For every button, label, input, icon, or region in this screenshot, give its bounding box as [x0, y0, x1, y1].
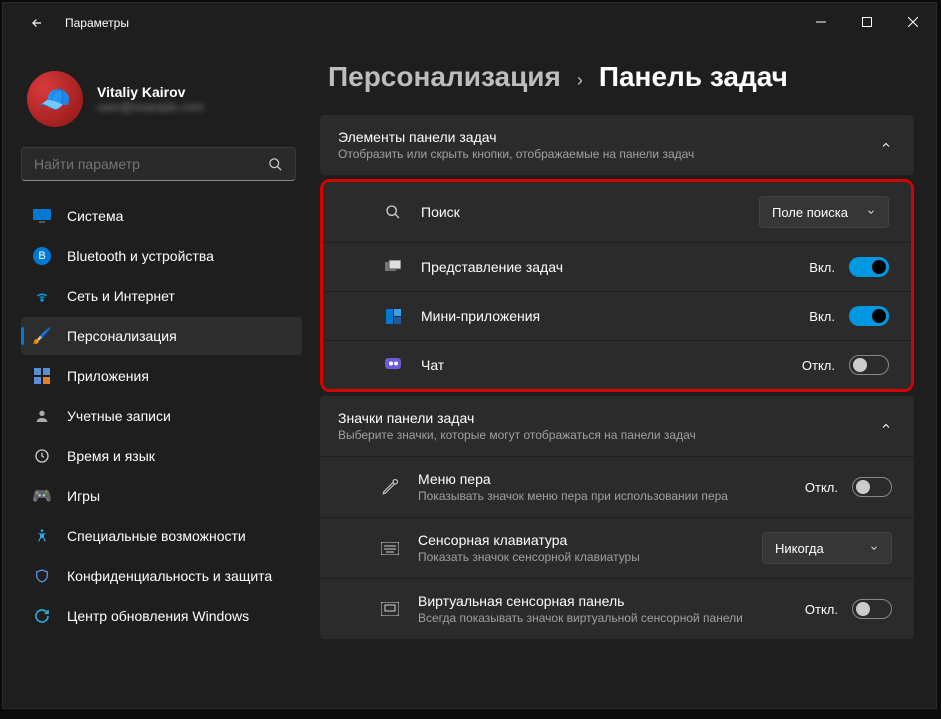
sidebar-item-label: Сеть и Интернет	[67, 288, 175, 304]
section-taskbar-items-header[interactable]: Элементы панели задач Отобразить или скр…	[320, 115, 914, 175]
sidebar-item-label: Специальные возможности	[67, 528, 246, 544]
virtual-touchpad-toggle[interactable]	[852, 599, 892, 619]
display-icon	[33, 207, 51, 225]
minimize-button[interactable]	[798, 3, 844, 41]
sidebar-item-bluetooth[interactable]: B Bluetooth и устройства	[21, 237, 302, 275]
row-pen-menu: Меню пера Показывать значок меню пера пр…	[320, 456, 914, 517]
back-button[interactable]	[27, 13, 47, 33]
sidebar-item-label: Конфиденциальность и защита	[67, 568, 272, 584]
toggle-state: Вкл.	[809, 309, 835, 324]
maximize-button[interactable]	[844, 3, 890, 41]
row-label: Поиск	[421, 204, 759, 220]
chat-icon	[383, 358, 403, 372]
sidebar-item-label: Учетные записи	[67, 408, 171, 424]
row-label: Виртуальная сенсорная панель	[418, 593, 805, 609]
paintbrush-icon: 🖌️	[33, 327, 51, 345]
shield-icon	[33, 567, 51, 585]
toggle-state: Вкл.	[809, 260, 835, 275]
task-view-icon	[383, 260, 403, 274]
pen-icon	[380, 478, 400, 496]
sidebar-item-label: Центр обновления Windows	[67, 608, 249, 624]
sidebar-item-label: Время и язык	[67, 448, 155, 464]
search-icon	[383, 204, 403, 220]
dropdown-value: Поле поиска	[772, 205, 848, 220]
widgets-toggle[interactable]	[849, 306, 889, 326]
section-taskbar-icons-header[interactable]: Значки панели задач Выберите значки, кот…	[320, 396, 914, 456]
row-touch-keyboard: Сенсорная клавиатура Показать значок сен…	[320, 517, 914, 578]
sidebar-item-label: Система	[67, 208, 123, 224]
search-mode-dropdown[interactable]: Поле поиска	[759, 196, 889, 228]
profile-name: Vitaliy Kairov	[97, 84, 204, 100]
task-view-toggle[interactable]	[849, 257, 889, 277]
dropdown-value: Никогда	[775, 541, 824, 556]
chat-toggle[interactable]	[849, 355, 889, 375]
row-label: Сенсорная клавиатура	[418, 532, 762, 548]
breadcrumb: Персонализация › Панель задач	[328, 61, 914, 93]
sidebar-item-label: Игры	[67, 488, 100, 504]
pen-menu-toggle[interactable]	[852, 477, 892, 497]
row-task-view: Представление задач Вкл.	[323, 242, 911, 291]
clock-icon	[33, 447, 51, 465]
search-input-wrapper[interactable]	[21, 147, 296, 181]
row-label: Меню пера	[418, 471, 805, 487]
chevron-down-icon	[869, 543, 879, 553]
sidebar-item-accessibility[interactable]: Специальные возможности	[21, 517, 302, 555]
toggle-state: Откл.	[805, 480, 838, 495]
sidebar-item-privacy[interactable]: Конфиденциальность и защита	[21, 557, 302, 595]
section-subtitle: Отобразить или скрыть кнопки, отображаем…	[338, 147, 880, 161]
avatar: 🧢	[27, 71, 83, 127]
profile-email: user@example.com	[97, 100, 204, 114]
gamepad-icon: 🎮	[33, 487, 51, 505]
toggle-state: Откл.	[805, 602, 838, 617]
chevron-up-icon	[880, 420, 892, 432]
sidebar-item-time[interactable]: Время и язык	[21, 437, 302, 475]
row-sublabel: Всегда показывать значок виртуальной сен…	[418, 611, 805, 625]
row-sublabel: Показывать значок меню пера при использо…	[418, 489, 805, 503]
update-icon	[33, 607, 51, 625]
person-icon	[33, 407, 51, 425]
touch-keyboard-dropdown[interactable]: Никогда	[762, 532, 892, 564]
sidebar-item-label: Приложения	[67, 368, 149, 384]
chevron-right-icon: ›	[577, 70, 583, 91]
breadcrumb-parent[interactable]: Персонализация	[328, 61, 561, 93]
row-search: Поиск Поле поиска	[323, 182, 911, 242]
sidebar-item-network[interactable]: Сеть и Интернет	[21, 277, 302, 315]
row-label: Мини-приложения	[421, 308, 809, 324]
touchpad-icon	[380, 602, 400, 616]
apps-icon	[33, 367, 51, 385]
sidebar-item-update[interactable]: Центр обновления Windows	[21, 597, 302, 635]
widgets-icon	[383, 309, 403, 324]
sidebar-item-gaming[interactable]: 🎮 Игры	[21, 477, 302, 515]
sidebar-item-apps[interactable]: Приложения	[21, 357, 302, 395]
window-title: Параметры	[65, 16, 129, 30]
section-title: Значки панели задач	[338, 410, 880, 426]
sidebar-item-label: Персонализация	[67, 328, 177, 344]
chevron-down-icon	[866, 207, 876, 217]
section-subtitle: Выберите значки, которые могут отображат…	[338, 428, 880, 442]
wifi-icon	[33, 287, 51, 305]
breadcrumb-current: Панель задач	[599, 61, 788, 93]
row-virtual-touchpad: Виртуальная сенсорная панель Всегда пока…	[320, 578, 914, 639]
chevron-up-icon	[880, 139, 892, 151]
sidebar-item-personalization[interactable]: 🖌️ Персонализация	[21, 317, 302, 355]
section-title: Элементы панели задач	[338, 129, 880, 145]
sidebar-item-accounts[interactable]: Учетные записи	[21, 397, 302, 435]
toggle-state: Откл.	[802, 358, 835, 373]
bluetooth-icon: B	[33, 247, 51, 265]
row-sublabel: Показать значок сенсорной клавиатуры	[418, 550, 762, 564]
row-chat: Чат Откл.	[323, 340, 911, 389]
profile-block[interactable]: 🧢 Vitaliy Kairov user@example.com	[21, 53, 302, 143]
sidebar-item-system[interactable]: Система	[21, 197, 302, 235]
highlight-box: Поиск Поле поиска Представление задач Вк…	[320, 179, 914, 392]
sidebar-item-label: Bluetooth и устройства	[67, 248, 214, 264]
close-button[interactable]	[890, 3, 936, 41]
search-icon	[268, 157, 283, 172]
accessibility-icon	[33, 527, 51, 545]
row-label: Представление задач	[421, 259, 809, 275]
search-input[interactable]	[34, 156, 268, 172]
row-widgets: Мини-приложения Вкл.	[323, 291, 911, 340]
row-label: Чат	[421, 357, 802, 373]
keyboard-icon	[380, 542, 400, 555]
